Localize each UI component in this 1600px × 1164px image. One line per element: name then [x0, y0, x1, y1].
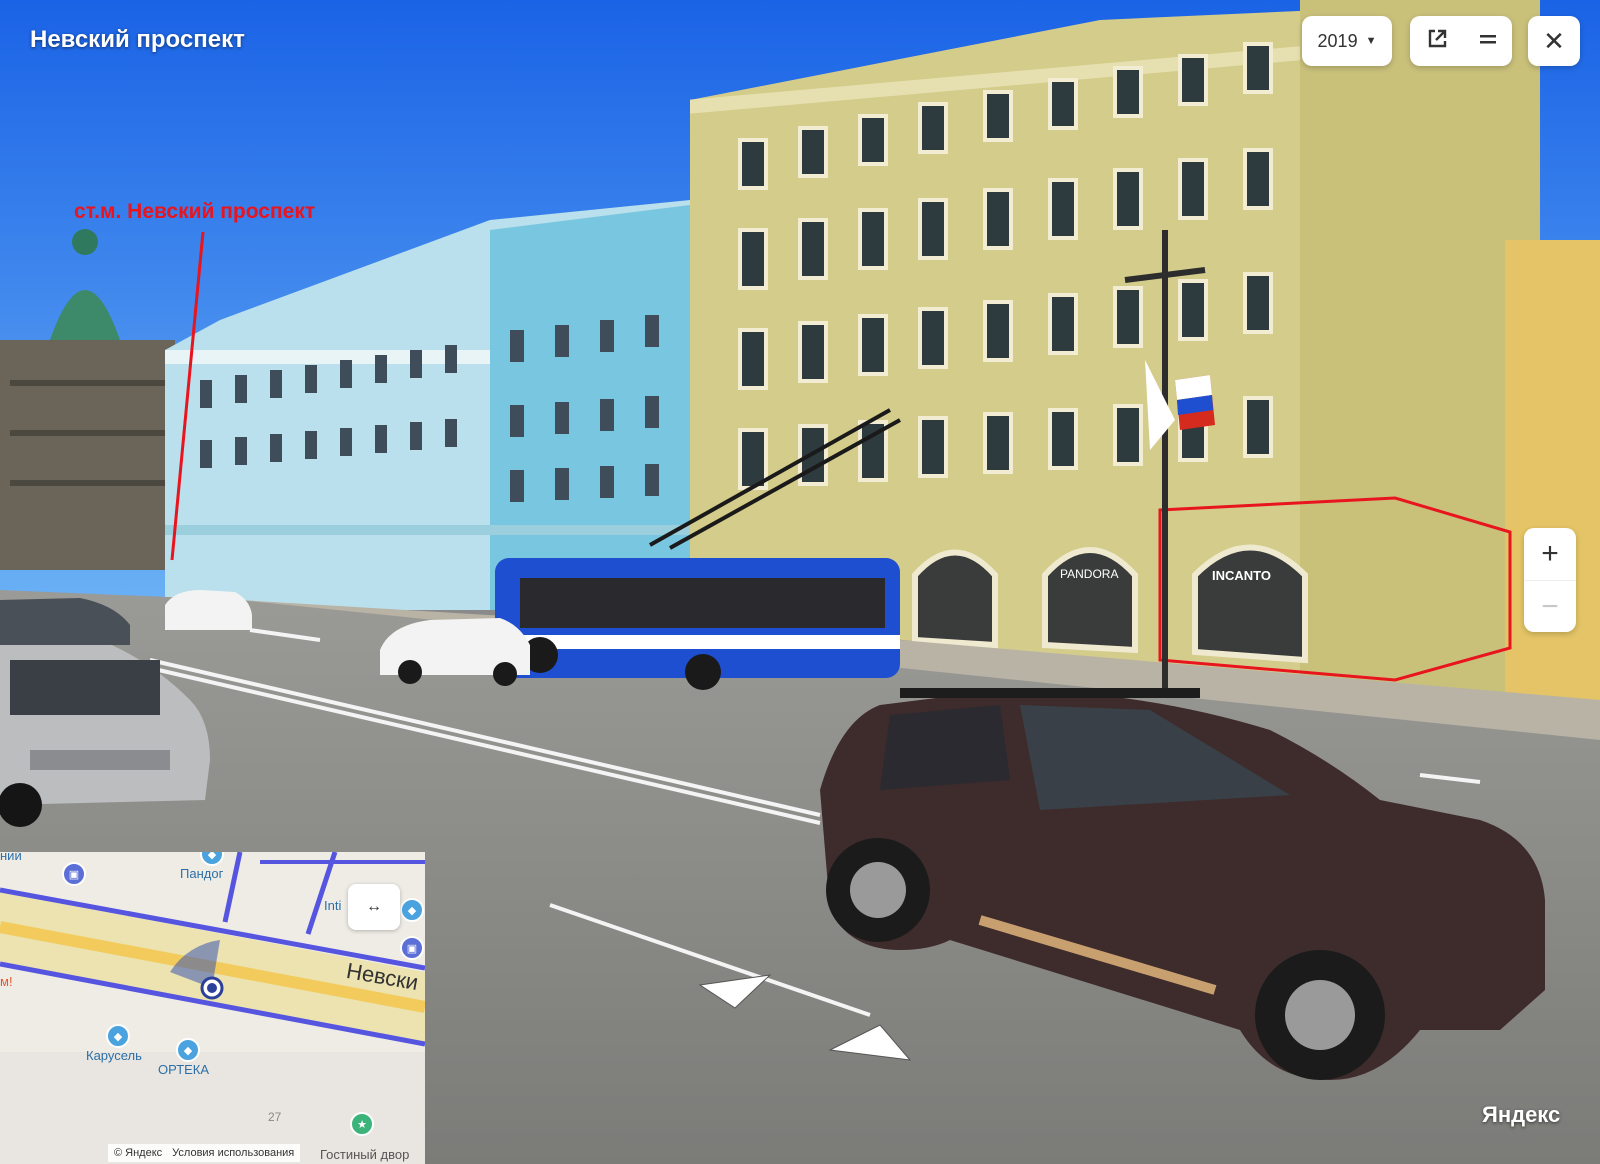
map-label-intimissimi: Inti [324, 898, 342, 913]
panorama-title: Невский проспект [30, 26, 245, 53]
pandora-sign: PANDORA [1060, 567, 1118, 581]
year-selector[interactable]: 2019 ▼ [1302, 16, 1392, 66]
map-label-partial2: м! [0, 974, 13, 989]
caret-down-icon: ▼ [1365, 35, 1377, 47]
external-link-icon[interactable] [1425, 27, 1449, 56]
zoom-out-button[interactable]: − [1524, 580, 1576, 633]
shop-pin-icon[interactable]: ◆ [400, 898, 424, 922]
incanto-sign: INCANTO [1212, 568, 1271, 583]
map-label-carousel: Карусель [86, 1048, 142, 1063]
zoom-in-button[interactable]: + [1524, 528, 1576, 580]
star-icon[interactable]: ★ [350, 1112, 374, 1136]
map-label-gostiny: Гостиный двор [320, 1147, 410, 1162]
year-label: 2019 [1317, 30, 1358, 51]
expand-icon: ↔ [366, 898, 382, 915]
shop-pin-icon[interactable]: ◆ [106, 1024, 130, 1048]
map-house-number: 27 [268, 1110, 282, 1124]
metro-annotation: ст.м. Невский проспект [74, 200, 316, 223]
map-label-partial: ний [0, 852, 22, 863]
zoom-control: + − [1524, 528, 1576, 632]
expand-map-button[interactable]: ↔ [348, 884, 400, 930]
yandex-logo: Яндекс [1482, 1102, 1561, 1127]
map-label-pandora: Пандог [180, 866, 224, 881]
white-car-far [165, 590, 252, 630]
close-icon: ✕ [1543, 25, 1565, 56]
bus-stop-icon: ▣ [62, 862, 86, 886]
map-copyright: © Яндекс Условия использования [108, 1144, 301, 1162]
view-controls [1410, 16, 1512, 66]
bus-stop-icon: ▣ [400, 936, 424, 960]
terms-link[interactable]: Условия использования [172, 1147, 294, 1159]
close-button[interactable]: ✕ [1528, 16, 1580, 66]
map-label-orteka: ОРТЕКА [158, 1062, 210, 1077]
shop-pin-icon[interactable]: ◆ [176, 1038, 200, 1062]
menu-icon[interactable] [1478, 29, 1498, 54]
minimap[interactable]: ний м! ▣ ◆ Пандог Inti ◆ ▣ Невски ◆ Кару… [0, 852, 425, 1164]
copyright-text: © Яндекс [114, 1147, 163, 1159]
